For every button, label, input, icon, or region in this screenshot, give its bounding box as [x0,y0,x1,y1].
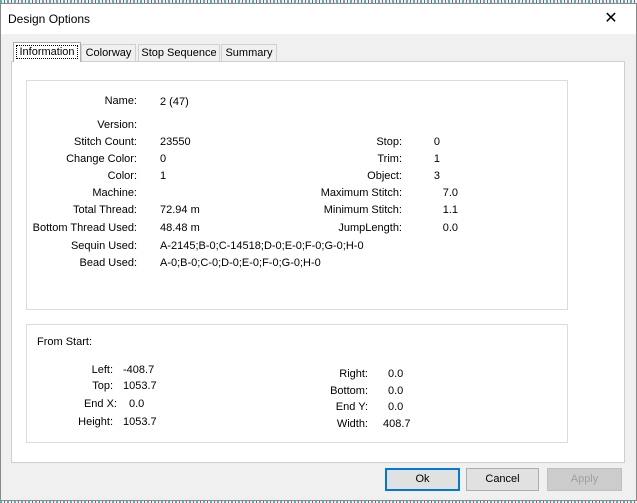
name-label: Name: [104,95,137,107]
apply-button[interactable]: Apply [547,468,622,491]
top-label: Top: [92,380,113,392]
cancel-button[interactable]: Cancel [466,468,539,491]
trim-value: 1 [433,153,440,165]
color-value: 1 [160,170,167,182]
tab-stop-sequence[interactable]: Stop Sequence [138,44,220,62]
name-value: 2 (47) [160,96,189,108]
sequin-used-label: Sequin Used: [70,240,137,252]
object-value: 3 [433,170,440,182]
top-value: 1053.7 [123,380,157,392]
max-stitch-label: Maximum Stitch: [320,187,402,199]
stop-value: 0 [433,136,440,148]
bead-used-value: A-0;B-0;C-0;D-0;E-0;F-0;G-0;H-0 [160,257,321,269]
left-value: -408.7 [123,364,155,376]
total-thread-label: Total Thread: [72,204,137,216]
bottom-label: Bottom: [330,385,368,397]
sequin-used-value: A-2145;B-0;C-14518;D-0;E-0;F-0;G-0;H-0 [160,240,364,252]
tab-label: Information [16,45,78,59]
tab-summary[interactable]: Summary [221,44,277,62]
design-info-group: Name: 2 (47) Version: Stitch Count: 2355… [26,80,568,310]
end-x-value: 0.0 [129,398,145,410]
end-y-label: End Y: [335,401,368,413]
stop-label: Stop: [376,136,402,148]
trim-label: Trim: [377,153,402,165]
bead-used-label: Bead Used: [79,257,137,269]
jump-length-value: 0.0 [442,222,458,234]
from-start-group: From Start: Left: -408.7 Top: 1053.7 End… [26,324,568,443]
change-color-value: 0 [160,153,167,165]
bottom-value: 0.0 [388,385,404,397]
tab-label: Summary [225,47,273,59]
design-options-dialog: Design Options ✕ Information Colorway St… [0,3,637,501]
change-color-label: Change Color: [66,153,137,165]
max-stitch-value: 7.0 [442,187,458,199]
height-label: Height: [78,416,113,428]
left-label: Left: [91,364,113,376]
tab-label: Colorway [85,47,132,59]
color-label: Color: [107,170,137,182]
end-x-label: End X: [83,398,117,410]
width-value: 408.7 [383,418,411,430]
stitch-count-value: 23550 [160,136,191,148]
tab-colorway[interactable]: Colorway [81,44,136,62]
bottom-thread-value: 48.48 m [160,222,200,234]
tab-information[interactable]: Information [13,42,81,62]
min-stitch-label: Minimum Stitch: [323,204,402,216]
jump-length-label: JumpLength: [338,222,402,234]
bottom-thread-label: Bottom Thread Used: [32,222,137,234]
min-stitch-value: 1.1 [442,204,458,216]
title-bar: Design Options ✕ [1,4,636,34]
right-label: Right: [339,368,368,380]
end-y-value: 0.0 [388,401,404,413]
stitch-count-label: Stitch Count: [74,136,137,148]
from-start-heading: From Start: [37,336,93,348]
object-label: Object: [367,170,402,182]
right-value: 0.0 [388,368,404,380]
version-label: Version: [97,119,137,131]
dialog-title: Design Options [8,12,91,26]
close-icon[interactable]: ✕ [601,9,621,29]
machine-label: Machine: [92,187,137,199]
ok-button[interactable]: Ok [385,468,460,491]
width-label: Width: [336,418,368,430]
total-thread-value: 72.94 m [160,204,200,216]
tab-label: Stop Sequence [141,47,217,59]
height-value: 1053.7 [123,416,157,428]
information-panel: Name: 2 (47) Version: Stitch Count: 2355… [11,61,625,463]
